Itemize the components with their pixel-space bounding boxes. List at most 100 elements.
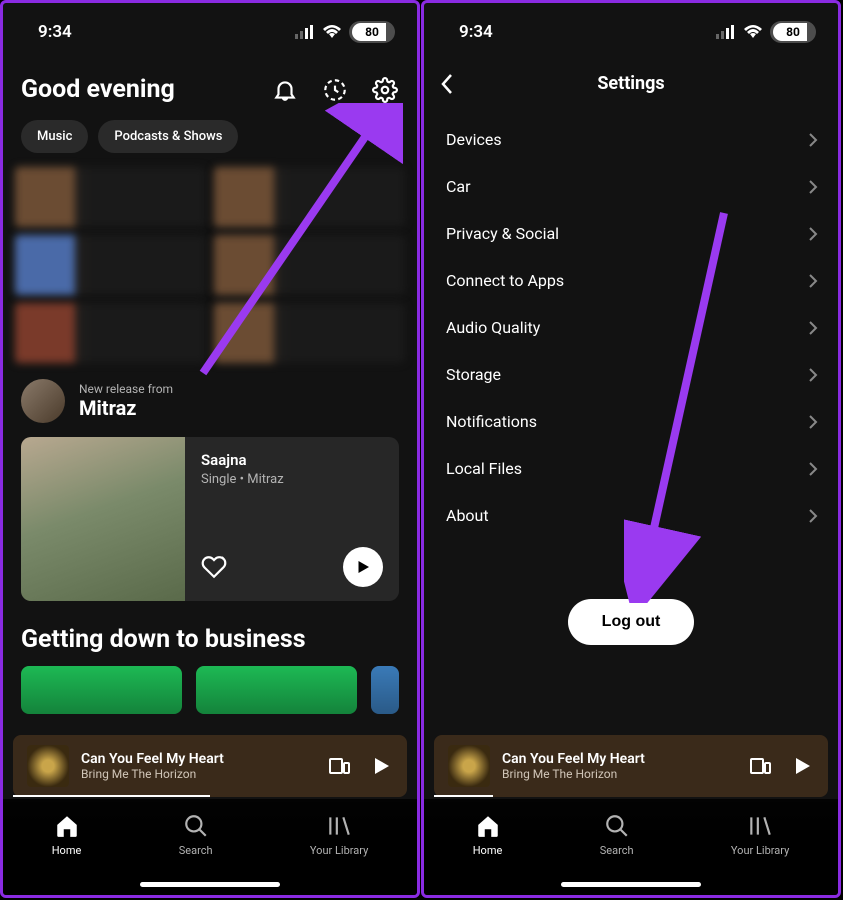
- now-playing-artist: Bring Me The Horizon: [502, 767, 736, 781]
- settings-row-privacy[interactable]: Privacy & Social: [424, 210, 838, 257]
- settings-row-label: Storage: [446, 365, 501, 384]
- home-icon: [475, 813, 501, 839]
- library-icon: [747, 813, 773, 839]
- wifi-icon: [322, 25, 342, 39]
- nav-library[interactable]: Your Library: [310, 813, 368, 857]
- library-icon: [326, 813, 352, 839]
- settings-title: Settings: [442, 73, 820, 94]
- heart-icon[interactable]: [201, 554, 227, 580]
- search-icon: [183, 813, 209, 839]
- settings-row-label: Audio Quality: [446, 318, 540, 337]
- home-indicator: [561, 882, 701, 887]
- settings-row-connect[interactable]: Connect to Apps: [424, 257, 838, 304]
- recent-tile[interactable]: [214, 303, 405, 363]
- nav-library[interactable]: Your Library: [731, 813, 789, 857]
- chevron-right-icon: [808, 226, 818, 242]
- carousel-card[interactable]: [21, 666, 182, 714]
- settings-row-label: About: [446, 506, 489, 525]
- now-playing-art: [27, 745, 69, 787]
- now-playing-title: Can You Feel My Heart: [502, 751, 736, 767]
- settings-row-notifications[interactable]: Notifications: [424, 398, 838, 445]
- nav-search[interactable]: Search: [179, 813, 213, 857]
- bottom-nav: Home Search Your Library: [3, 799, 417, 895]
- battery-level: 80: [770, 25, 816, 39]
- battery-icon: 80: [349, 21, 395, 43]
- carousel-card[interactable]: [371, 666, 399, 714]
- chip-music[interactable]: Music: [21, 120, 88, 153]
- artist-avatar: [21, 379, 65, 423]
- back-icon[interactable]: [440, 73, 454, 95]
- status-bar: 9:34 80: [424, 3, 838, 51]
- devices-icon[interactable]: [748, 754, 772, 778]
- logout-button[interactable]: Log out: [568, 599, 695, 645]
- status-right: 80: [295, 21, 395, 43]
- carousel[interactable]: [3, 666, 417, 714]
- recently-played-icon[interactable]: [321, 76, 349, 104]
- nav-search[interactable]: Search: [600, 813, 634, 857]
- settings-row-about[interactable]: About: [424, 492, 838, 539]
- recent-tile[interactable]: [15, 167, 206, 227]
- track-art: [21, 437, 185, 601]
- settings-row-label: Privacy & Social: [446, 224, 559, 243]
- section-title: Getting down to business: [3, 601, 417, 666]
- chevron-right-icon: [808, 414, 818, 430]
- chevron-right-icon: [808, 179, 818, 195]
- recent-grid: [3, 167, 417, 363]
- signal-icon: [716, 25, 736, 39]
- settings-row-label: Local Files: [446, 459, 522, 478]
- recent-tile[interactable]: [214, 167, 405, 227]
- track-card[interactable]: Saajna Single • Mitraz: [21, 437, 399, 601]
- filter-chips: Music Podcasts & Shows: [3, 116, 417, 167]
- status-time: 9:34: [38, 22, 72, 42]
- settings-row-storage[interactable]: Storage: [424, 351, 838, 398]
- release-header[interactable]: New release from Mitraz: [21, 379, 399, 423]
- settings-row-devices[interactable]: Devices: [424, 116, 838, 163]
- settings-row-localfiles[interactable]: Local Files: [424, 445, 838, 492]
- recent-tile[interactable]: [214, 235, 405, 295]
- now-playing-title: Can You Feel My Heart: [81, 751, 315, 767]
- play-button[interactable]: [343, 547, 383, 587]
- now-playing-artist: Bring Me The Horizon: [81, 767, 315, 781]
- nav-home[interactable]: Home: [473, 813, 503, 857]
- chevron-right-icon: [808, 367, 818, 383]
- nav-label: Home: [473, 844, 503, 857]
- nav-label: Search: [600, 844, 634, 857]
- settings-row-audio[interactable]: Audio Quality: [424, 304, 838, 351]
- release-artist-name: Mitraz: [79, 396, 173, 420]
- chevron-right-icon: [808, 508, 818, 524]
- settings-icon[interactable]: [371, 76, 399, 104]
- home-icon: [54, 813, 80, 839]
- home-screen: 9:34 80 Good evening: [0, 0, 420, 898]
- chevron-right-icon: [808, 132, 818, 148]
- progress-bar[interactable]: [434, 795, 493, 797]
- status-right: 80: [716, 21, 816, 43]
- progress-bar[interactable]: [13, 795, 210, 797]
- nav-home[interactable]: Home: [52, 813, 82, 857]
- chip-podcasts[interactable]: Podcasts & Shows: [98, 120, 238, 153]
- status-bar: 9:34 80: [3, 3, 417, 51]
- battery-level: 80: [349, 25, 395, 39]
- now-playing-bar[interactable]: Can You Feel My Heart Bring Me The Horiz…: [13, 735, 407, 797]
- recent-tile[interactable]: [15, 235, 206, 295]
- settings-screen: 9:34 80 Settings Devices Car: [421, 0, 841, 898]
- carousel-card[interactable]: [196, 666, 357, 714]
- new-release-card: New release from Mitraz Saajna Single • …: [3, 379, 417, 601]
- settings-header: Settings: [424, 51, 838, 116]
- play-icon[interactable]: [369, 754, 393, 778]
- battery-icon: 80: [770, 21, 816, 43]
- settings-row-label: Notifications: [446, 412, 537, 431]
- recent-tile[interactable]: [15, 303, 206, 363]
- signal-icon: [295, 25, 315, 39]
- release-from-label: New release from: [79, 382, 173, 396]
- settings-row-label: Connect to Apps: [446, 271, 564, 290]
- chevron-right-icon: [808, 273, 818, 289]
- settings-row-car[interactable]: Car: [424, 163, 838, 210]
- settings-row-label: Car: [446, 177, 471, 196]
- devices-icon[interactable]: [327, 754, 351, 778]
- play-icon[interactable]: [790, 754, 814, 778]
- nav-label: Your Library: [310, 844, 368, 857]
- nav-label: Search: [179, 844, 213, 857]
- now-playing-bar[interactable]: Can You Feel My Heart Bring Me The Horiz…: [434, 735, 828, 797]
- notifications-icon[interactable]: [271, 76, 299, 104]
- settings-row-label: Devices: [446, 130, 502, 149]
